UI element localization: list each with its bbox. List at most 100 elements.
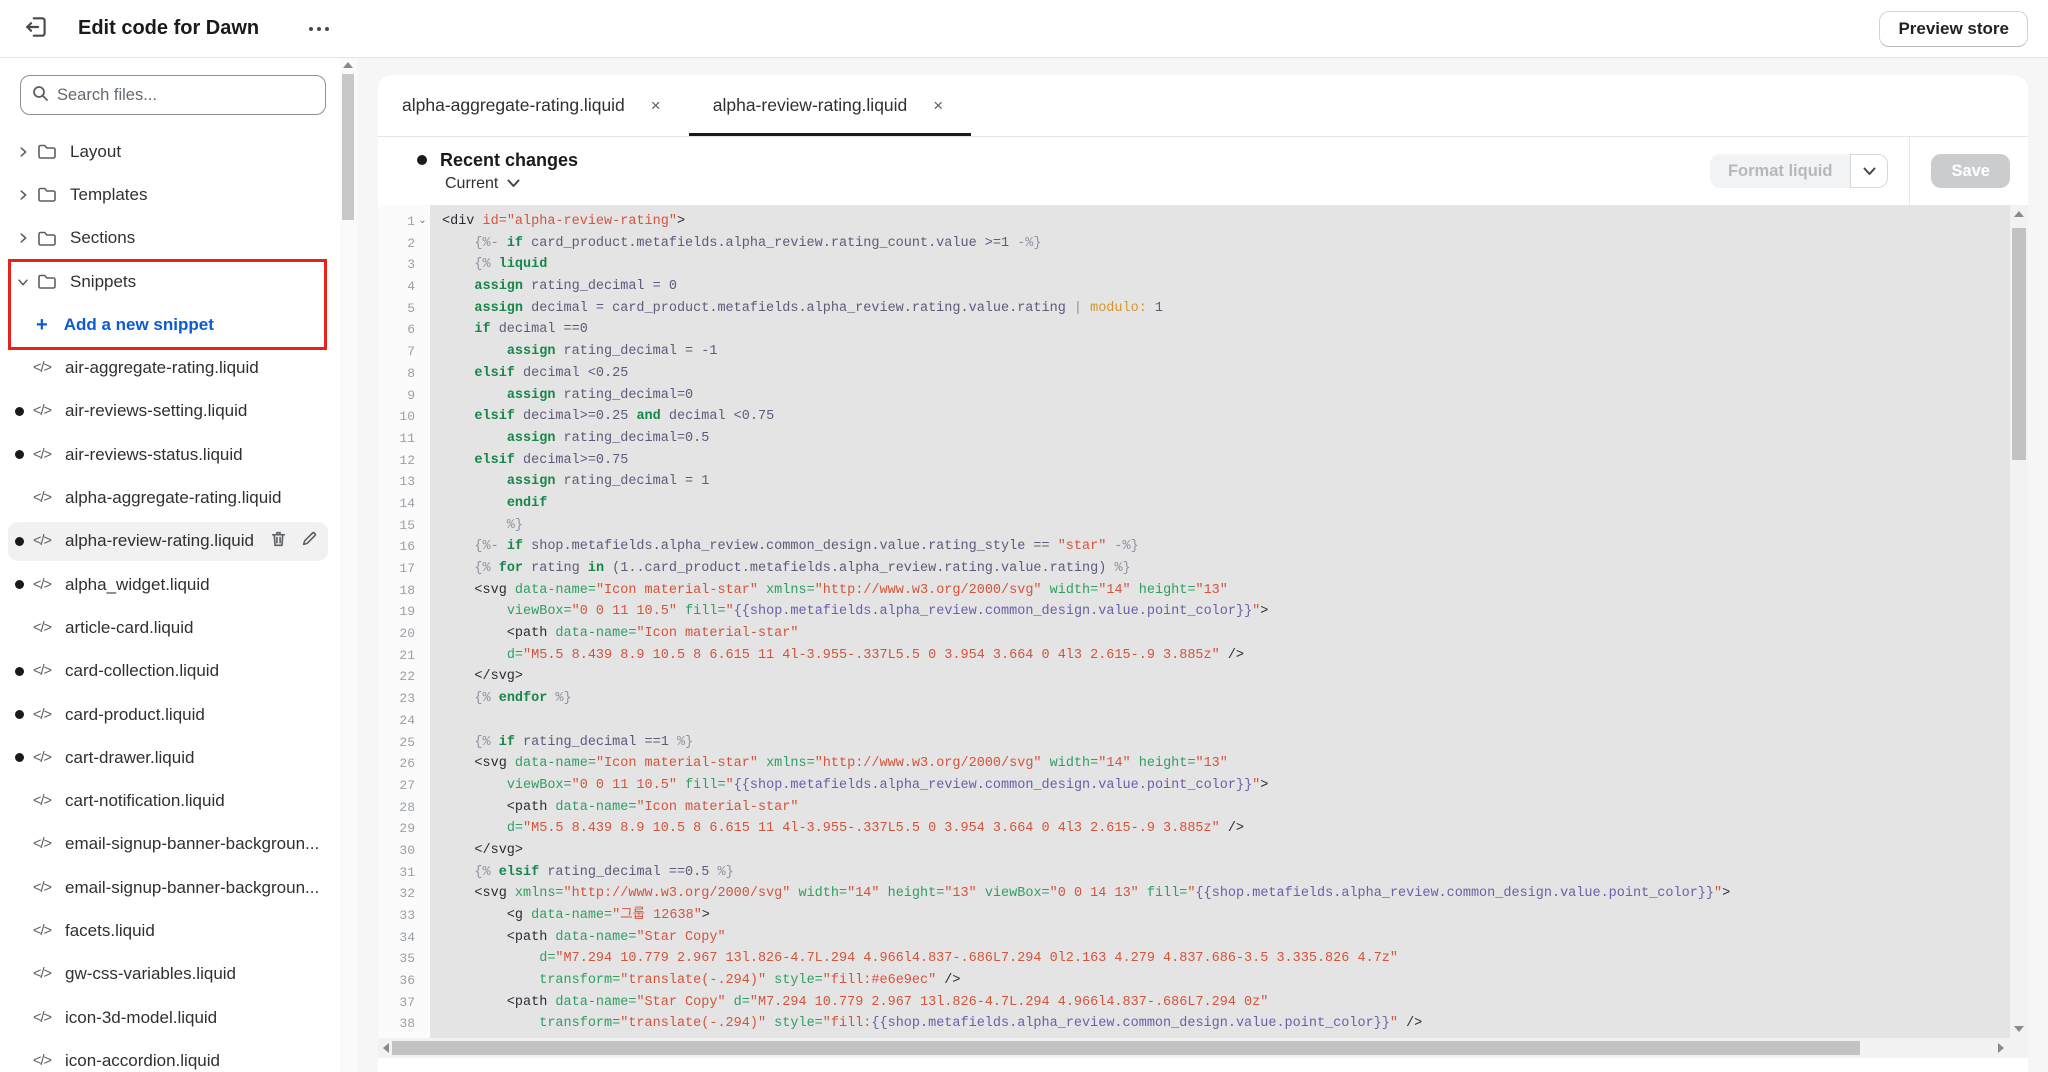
sidebar-item-air-aggregate-rating-liquid[interactable]: </> air-aggregate-rating.liquid xyxy=(0,346,340,389)
code-line[interactable]: <path data-name="Icon material-star" xyxy=(442,797,2028,819)
code-line[interactable]: assign decimal = card_product.metafields… xyxy=(442,298,2028,320)
close-tab-icon[interactable]: × xyxy=(647,95,665,116)
sidebar-item-cart-drawer-liquid[interactable]: </> cart-drawer.liquid xyxy=(0,736,340,779)
code-line[interactable]: {% if rating_decimal ==1 %} xyxy=(442,732,2028,754)
code-line[interactable]: d="M5.5 8.439 8.9 10.5 8 6.615 11 4l-3.9… xyxy=(442,818,2028,840)
sidebar-item-add-a-new-snippet[interactable]: + Add a new snippet xyxy=(0,303,340,346)
tab-alpha-aggregate-rating[interactable]: alpha-aggregate-rating.liquid × xyxy=(378,75,689,136)
code-line[interactable]: </svg> xyxy=(442,840,2028,862)
format-liquid-dropdown[interactable] xyxy=(1850,154,1889,188)
scroll-left-arrow-icon[interactable] xyxy=(383,1043,389,1053)
editor-vertical-scrollbar[interactable] xyxy=(2010,205,2028,1038)
sidebar-item-alpha-aggregate-rating-liquid[interactable]: </> alpha-aggregate-rating.liquid xyxy=(0,476,340,519)
code-line[interactable]: d="M7.294 10.779 2.967 13l.826-4.7L.294 … xyxy=(442,948,2028,970)
code-line[interactable]: <path data-name="Star Copy" d="M7.294 10… xyxy=(442,992,2028,1014)
code-editor[interactable]: 1 ⌄ 2 3 4 5 6 7 8 9 10 11 12 13 14 15 16 17 18 19 20 21 22 23 24… xyxy=(378,205,2028,1038)
code-line[interactable]: if decimal ==0 xyxy=(442,319,2028,341)
code-line[interactable]: assign rating_decimal = -1 xyxy=(442,341,2028,363)
code-line[interactable]: {% elsif rating_decimal ==0.5 %} xyxy=(442,862,2028,884)
sidebar-scrollbar-thumb[interactable] xyxy=(342,74,354,220)
vertical-scrollbar-thumb[interactable] xyxy=(2012,228,2026,460)
code-line[interactable]: {% endfor %} xyxy=(442,688,2028,710)
sidebar-item-icon-3d-model-liquid[interactable]: </> icon-3d-model.liquid xyxy=(0,996,340,1039)
code-line[interactable]: assign rating_decimal = 1 xyxy=(442,471,2028,493)
code-content[interactable]: <div id="alpha-review-rating"> {%- if ca… xyxy=(430,205,2028,1038)
exit-editor-button[interactable] xyxy=(20,12,54,46)
code-line[interactable]: <path data-name="Star Copy" xyxy=(442,927,2028,949)
sidebar-item-gw-css-variables-liquid[interactable]: </> gw-css-variables.liquid xyxy=(0,953,340,996)
code-line[interactable]: </svg> xyxy=(442,666,2028,688)
sidebar-item-templates[interactable]: Templates xyxy=(0,173,340,216)
sidebar-item-email-signup-banner-backgroun[interactable]: </> email-signup-banner-backgroun... xyxy=(0,866,340,909)
code-line[interactable]: transform="translate(-.294)" style="fill… xyxy=(442,1013,2028,1035)
code-file-icon: </> xyxy=(33,793,52,810)
code-line[interactable]: %} xyxy=(442,515,2028,537)
code-line[interactable]: elsif decimal>=0.75 xyxy=(442,450,2028,472)
modified-dot-icon xyxy=(15,753,24,763)
editor-horizontal-scrollbar[interactable] xyxy=(378,1038,2028,1058)
modified-dot-icon xyxy=(15,666,24,676)
rename-file-icon[interactable] xyxy=(301,530,318,553)
sidebar-item-card-product-liquid[interactable]: </> card-product.liquid xyxy=(0,693,340,736)
code-line[interactable]: assign rating_decimal=0.5 xyxy=(442,428,2028,450)
sidebar-item-cart-notification-liquid[interactable]: </> cart-notification.liquid xyxy=(0,779,340,822)
sidebar-item-icon-accordion-liquid[interactable]: </> icon-accordion.liquid xyxy=(0,1039,340,1072)
code-line[interactable] xyxy=(442,710,2028,732)
sidebar-item-layout[interactable]: Layout xyxy=(0,130,340,173)
save-button[interactable]: Save xyxy=(1931,154,2010,188)
sidebar-item-air-reviews-status-liquid[interactable]: </> air-reviews-status.liquid xyxy=(0,433,340,476)
code-line[interactable]: <svg data-name="Icon material-star" xmln… xyxy=(442,753,2028,775)
delete-file-icon[interactable] xyxy=(270,530,287,553)
version-selector[interactable]: Current xyxy=(445,175,578,193)
code-line[interactable]: <div id="alpha-review-rating"> xyxy=(442,211,2028,233)
sidebar-item-sections[interactable]: Sections xyxy=(0,217,340,260)
tab-alpha-review-rating[interactable]: alpha-review-rating.liquid × xyxy=(688,75,972,136)
code-line[interactable]: <svg data-name="Icon material-star" xmln… xyxy=(442,580,2028,602)
search-input[interactable] xyxy=(57,85,315,105)
chevron-right-icon xyxy=(20,233,27,243)
preview-store-button[interactable]: Preview store xyxy=(1879,11,2028,47)
sidebar-item-article-card-liquid[interactable]: </> article-card.liquid xyxy=(0,606,340,649)
close-tab-icon[interactable]: × xyxy=(929,95,947,116)
scroll-down-arrow-icon[interactable] xyxy=(2014,1026,2024,1032)
workspace: Layout Templates Sections Snippets + Add a ne… xyxy=(0,58,2048,1072)
code-line[interactable]: <svg xmlns="http://www.w3.org/2000/svg" … xyxy=(442,883,2028,905)
line-number: 2 xyxy=(407,235,415,251)
sidebar-item-card-collection-liquid[interactable]: </> card-collection.liquid xyxy=(0,650,340,693)
code-line[interactable]: elsif decimal>=0.25 and decimal <0.75 xyxy=(442,406,2028,428)
line-number: 5 xyxy=(407,300,415,316)
code-line[interactable]: assign rating_decimal=0 xyxy=(442,385,2028,407)
overflow-menu-button[interactable] xyxy=(303,21,335,37)
code-line[interactable]: elsif decimal <0.25 xyxy=(442,363,2028,385)
code-line[interactable]: endif xyxy=(442,493,2028,515)
line-number: 35 xyxy=(399,951,415,967)
sidebar-item-email-signup-banner-backgroun[interactable]: </> email-signup-banner-backgroun... xyxy=(0,823,340,866)
sidebar-item-snippets[interactable]: Snippets xyxy=(0,260,340,303)
code-line[interactable]: assign rating_decimal = 0 xyxy=(442,276,2028,298)
code-line[interactable]: d="M5.5 8.439 8.9 10.5 8 6.615 11 4l-3.9… xyxy=(442,645,2028,667)
sidebar-scrollbar[interactable] xyxy=(340,58,357,1072)
file-label: alpha-aggregate-rating.liquid xyxy=(65,488,282,508)
horizontal-scrollbar-thumb[interactable] xyxy=(392,1041,1860,1055)
code-line[interactable]: <g data-name="그룹 12638"> xyxy=(442,905,2028,927)
sidebar-item-facets-liquid[interactable]: </> facets.liquid xyxy=(0,909,340,952)
scroll-up-arrow-icon[interactable] xyxy=(2014,211,2024,217)
scroll-right-arrow-icon[interactable] xyxy=(1998,1043,2004,1053)
code-line[interactable]: transform="translate(-.294)" style="fill… xyxy=(442,970,2028,992)
line-number: 37 xyxy=(399,994,415,1010)
code-line[interactable]: viewBox="0 0 11 10.5" fill="{{shop.metaf… xyxy=(442,775,2028,797)
format-liquid-button[interactable]: Format liquid xyxy=(1709,154,1851,188)
chevron-down-icon xyxy=(18,278,28,285)
scroll-up-arrow-icon[interactable] xyxy=(343,62,353,68)
line-number: 8 xyxy=(407,365,415,381)
code-line[interactable]: {% liquid xyxy=(442,254,2028,276)
sidebar-item-air-reviews-setting-liquid[interactable]: </> air-reviews-setting.liquid xyxy=(0,390,340,433)
code-line[interactable]: <path data-name="Icon material-star" xyxy=(442,623,2028,645)
sidebar-item-alpha-review-rating-liquid[interactable]: </> alpha-review-rating.liquid xyxy=(0,520,340,563)
code-line[interactable]: viewBox="0 0 11 10.5" fill="{{shop.metaf… xyxy=(442,601,2028,623)
code-line[interactable]: {%- if card_product.metafields.alpha_rev… xyxy=(442,233,2028,255)
line-number: 6 xyxy=(407,322,415,338)
sidebar-item-alpha-widget-liquid[interactable]: </> alpha_widget.liquid xyxy=(0,563,340,606)
code-line[interactable]: {%- if shop.metafields.alpha_review.comm… xyxy=(442,536,2028,558)
code-line[interactable]: {% for rating in (1..card_product.metafi… xyxy=(442,558,2028,580)
